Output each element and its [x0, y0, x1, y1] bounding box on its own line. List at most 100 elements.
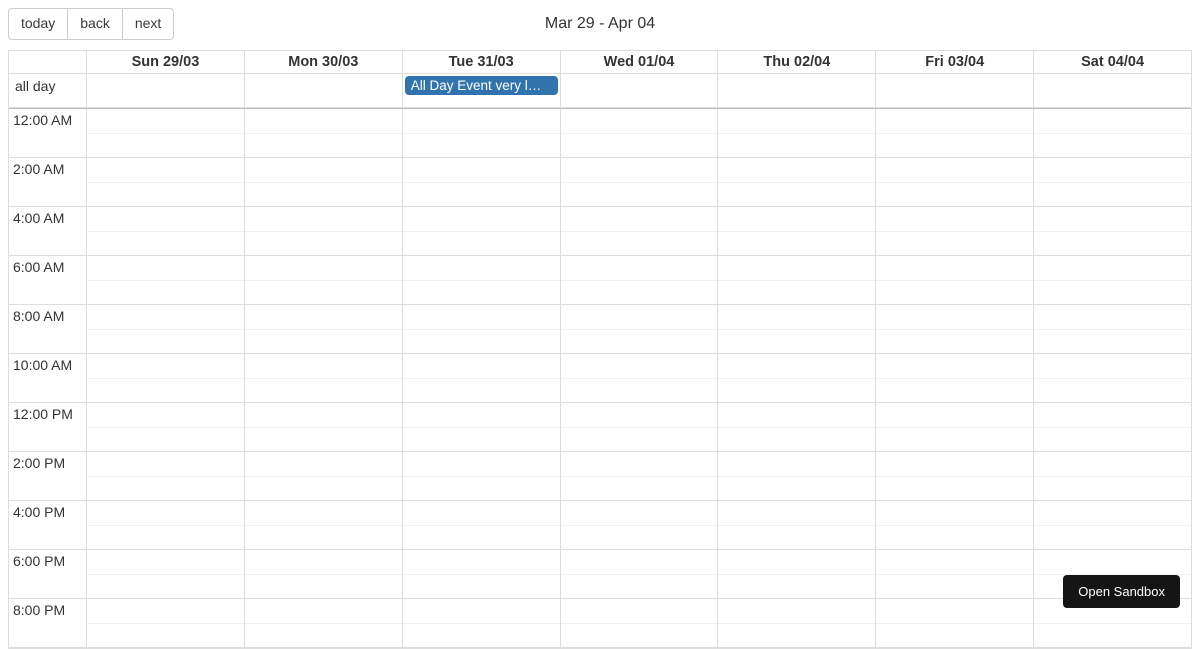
allday-cell[interactable]: All Day Event very l… [403, 74, 561, 107]
time-slot[interactable] [245, 501, 402, 550]
allday-cell[interactable] [561, 74, 719, 107]
time-slot[interactable] [1034, 207, 1191, 256]
time-slot[interactable] [403, 599, 560, 648]
time-slot[interactable] [718, 109, 875, 158]
time-slot[interactable] [561, 207, 718, 256]
time-slot[interactable] [1034, 501, 1191, 550]
time-slot[interactable] [1034, 158, 1191, 207]
time-slot[interactable] [245, 452, 402, 501]
time-slot[interactable] [87, 158, 244, 207]
next-button[interactable]: next [123, 8, 174, 40]
time-slot[interactable] [718, 501, 875, 550]
time-slot[interactable] [403, 403, 560, 452]
time-slot[interactable] [403, 354, 560, 403]
time-slot[interactable] [876, 109, 1033, 158]
time-slot[interactable] [87, 354, 244, 403]
time-slot[interactable] [876, 403, 1033, 452]
time-slot[interactable] [403, 158, 560, 207]
time-slot[interactable] [87, 501, 244, 550]
time-slot[interactable] [1034, 452, 1191, 501]
time-slot[interactable] [1034, 256, 1191, 305]
day-header[interactable]: Wed 01/04 [561, 51, 719, 73]
time-slot[interactable] [87, 305, 244, 354]
allday-cell[interactable] [87, 74, 245, 107]
allday-cell[interactable] [245, 74, 403, 107]
time-slot[interactable] [87, 256, 244, 305]
time-slot[interactable] [87, 403, 244, 452]
day-header[interactable]: Thu 02/04 [718, 51, 876, 73]
time-slot[interactable] [876, 305, 1033, 354]
time-slot[interactable] [87, 452, 244, 501]
time-slot[interactable] [245, 599, 402, 648]
day-column[interactable] [403, 109, 561, 648]
day-header[interactable]: Mon 30/03 [245, 51, 403, 73]
back-button[interactable]: back [68, 8, 123, 40]
time-slot[interactable] [403, 550, 560, 599]
allday-event[interactable]: All Day Event very l… [405, 76, 558, 95]
time-slot[interactable] [876, 207, 1033, 256]
day-column[interactable] [245, 109, 403, 648]
time-slot[interactable] [403, 452, 560, 501]
time-slot[interactable] [561, 305, 718, 354]
time-slot[interactable] [403, 501, 560, 550]
time-slot[interactable] [1034, 305, 1191, 354]
time-slot[interactable] [718, 256, 875, 305]
day-column[interactable] [876, 109, 1034, 648]
time-slot[interactable] [561, 354, 718, 403]
time-slot[interactable] [876, 599, 1033, 648]
time-slot[interactable] [718, 403, 875, 452]
time-slot[interactable] [1034, 403, 1191, 452]
time-slot[interactable] [718, 158, 875, 207]
time-slot[interactable] [87, 207, 244, 256]
time-slot[interactable] [403, 109, 560, 158]
time-slot[interactable] [561, 109, 718, 158]
allday-cell[interactable] [718, 74, 876, 107]
time-slot[interactable] [876, 354, 1033, 403]
time-slot[interactable] [403, 305, 560, 354]
allday-cell[interactable] [876, 74, 1034, 107]
time-slot[interactable] [718, 452, 875, 501]
today-button[interactable]: today [8, 8, 68, 40]
time-slot[interactable] [876, 501, 1033, 550]
time-slot[interactable] [403, 256, 560, 305]
time-slot[interactable] [245, 207, 402, 256]
time-slot[interactable] [718, 207, 875, 256]
time-slot[interactable] [561, 599, 718, 648]
day-column[interactable] [718, 109, 876, 648]
time-slot[interactable] [561, 256, 718, 305]
time-slot[interactable] [561, 158, 718, 207]
day-header[interactable]: Fri 03/04 [876, 51, 1034, 73]
time-slot[interactable] [87, 550, 244, 599]
time-slot[interactable] [876, 158, 1033, 207]
time-slot[interactable] [1034, 109, 1191, 158]
time-slot[interactable] [245, 403, 402, 452]
day-column[interactable] [1034, 109, 1191, 648]
day-column[interactable] [87, 109, 245, 648]
time-slot[interactable] [718, 550, 875, 599]
time-slot[interactable] [1034, 354, 1191, 403]
day-header[interactable]: Sat 04/04 [1034, 51, 1191, 73]
day-column[interactable] [561, 109, 719, 648]
time-slot[interactable] [245, 305, 402, 354]
time-slot[interactable] [876, 256, 1033, 305]
day-header[interactable]: Sun 29/03 [87, 51, 245, 73]
time-slot[interactable] [87, 599, 244, 648]
time-slot[interactable] [718, 599, 875, 648]
time-slot[interactable] [245, 354, 402, 403]
time-slot[interactable] [245, 256, 402, 305]
open-sandbox-button[interactable]: Open Sandbox [1063, 575, 1180, 608]
time-slot[interactable] [561, 452, 718, 501]
time-slot[interactable] [87, 109, 244, 158]
time-slot[interactable] [245, 550, 402, 599]
allday-cell[interactable] [1034, 74, 1191, 107]
time-slot[interactable] [876, 452, 1033, 501]
time-slot[interactable] [561, 550, 718, 599]
time-slot[interactable] [876, 550, 1033, 599]
day-header[interactable]: Tue 31/03 [403, 51, 561, 73]
time-slot[interactable] [561, 403, 718, 452]
time-slot[interactable] [561, 501, 718, 550]
time-slot[interactable] [403, 207, 560, 256]
time-slot[interactable] [718, 305, 875, 354]
time-slot[interactable] [245, 158, 402, 207]
time-slot[interactable] [245, 109, 402, 158]
